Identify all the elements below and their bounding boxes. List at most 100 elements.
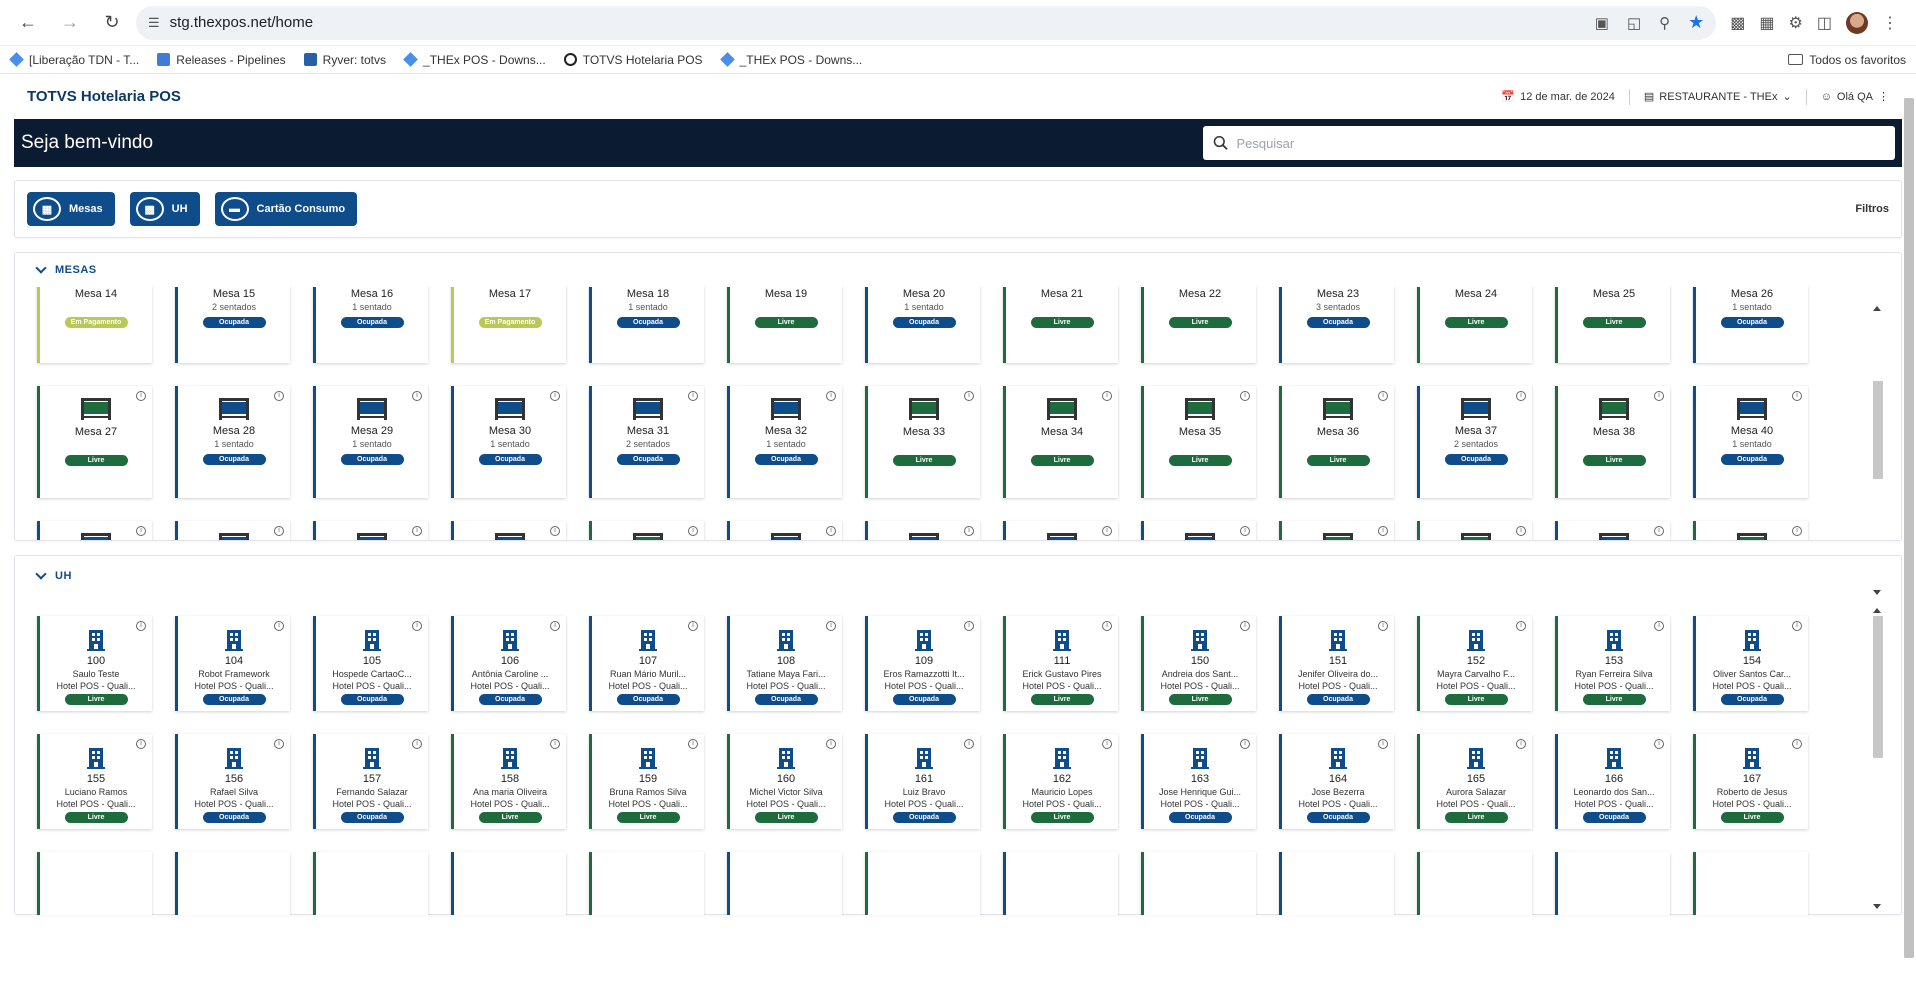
info-icon[interactable]: i	[826, 526, 836, 536]
install-icon[interactable]: ▣	[1595, 14, 1609, 32]
info-icon[interactable]: i	[1240, 526, 1250, 536]
uh-card[interactable]	[1555, 852, 1670, 915]
back-icon[interactable]: ←	[10, 5, 46, 41]
mesa-card[interactable]: Mesa 19 Livre	[727, 287, 842, 363]
info-icon[interactable]: i	[1102, 621, 1112, 631]
mesa-card[interactable]: i Mesa 37 2 sentados Ocupada	[1417, 386, 1532, 498]
mesa-card[interactable]: Mesa 20 1 sentado Ocupada	[865, 287, 980, 363]
mesa-card[interactable]: i Mesa 31 2 sentados Ocupada	[589, 386, 704, 498]
scroll-up-icon[interactable]	[1873, 608, 1881, 613]
mesa-card[interactable]: iMesa 300	[451, 521, 566, 540]
mesa-card[interactable]: i Mesa 40 1 sentado Ocupada	[1693, 386, 1808, 498]
uh-card[interactable]: i 165 Aurora Salazar Hotel POS - Quali... Li…	[1417, 734, 1532, 829]
info-icon[interactable]: i	[1792, 621, 1802, 631]
mesa-card[interactable]: Mesa 21 Livre	[1003, 287, 1118, 363]
info-icon[interactable]: i	[964, 391, 974, 401]
uh-card[interactable]	[1279, 852, 1394, 915]
mesa-card[interactable]: Mesa 17 Em Pagamento	[451, 287, 566, 363]
mesa-card[interactable]: iMesa 1000	[589, 521, 704, 540]
cartao-consumo-button[interactable]: ▬ Cartão Consumo	[214, 192, 358, 226]
mesa-card[interactable]: Mesa 26 1 sentado Ocupada	[1693, 287, 1808, 363]
translate-icon[interactable]: ◱	[1627, 14, 1641, 32]
mesa-card[interactable]: iMesa 3000	[727, 521, 842, 540]
info-icon[interactable]: i	[688, 739, 698, 749]
mesa-card[interactable]: Mesa 18 1 sentado Ocupada	[589, 287, 704, 363]
uh-card[interactable]: i 162 Mauricio Lopes Hotel POS - Quali... Li…	[1003, 734, 1118, 829]
uh-card[interactable]: i 150 Andreia dos Sant... Hotel POS - Quali…	[1141, 616, 1256, 711]
uh-card[interactable]: i 161 Luiz Bravo Hotel POS - Quali... Ocupad…	[865, 734, 980, 829]
info-icon[interactable]: i	[274, 621, 284, 631]
info-icon[interactable]: i	[1516, 739, 1526, 749]
mesa-card[interactable]: iMesa 3006	[1555, 521, 1670, 540]
info-icon[interactable]: i	[1378, 739, 1388, 749]
forward-icon[interactable]: →	[52, 5, 88, 41]
bookmark-item[interactable]: Releases - Pipelines	[157, 53, 286, 67]
info-icon[interactable]: i	[688, 526, 698, 536]
uh-card[interactable]: i 153 Ryan Ferreira Silva Hotel POS - Quali…	[1555, 616, 1670, 711]
uh-card[interactable]: i 111 Erick Gustavo Pires Hotel POS - Quali…	[1003, 616, 1118, 711]
info-icon[interactable]: i	[1240, 739, 1250, 749]
uh-card[interactable]: i 106 Antônia Caroline ... Hotel POS - Qual…	[451, 616, 566, 711]
mesa-card[interactable]: i Mesa 30 1 sentado Ocupada	[451, 386, 566, 498]
site-info-icon[interactable]: ☰	[148, 15, 160, 31]
info-icon[interactable]: i	[964, 739, 974, 749]
mesas-button[interactable]: ▦ Mesas	[27, 192, 115, 226]
mesas-scrollbar[interactable]	[1873, 313, 1883, 583]
sidepanel-icon[interactable]: ◫	[1817, 13, 1832, 33]
scroll-up-icon[interactable]	[1873, 306, 1881, 311]
mesa-card[interactable]: iMesa 100	[313, 521, 428, 540]
user-menu[interactable]: ☺ Olá QA ⋮	[1821, 90, 1889, 104]
mesa-card[interactable]: Mesa 25 Livre	[1555, 287, 1670, 363]
info-icon[interactable]: i	[136, 739, 146, 749]
profile-avatar[interactable]	[1846, 11, 1868, 34]
info-icon[interactable]: i	[826, 391, 836, 401]
info-icon[interactable]: i	[1102, 526, 1112, 536]
info-icon[interactable]: i	[826, 739, 836, 749]
bookmark-star-icon[interactable]: ★	[1688, 12, 1704, 33]
mesa-card[interactable]: i Mesa 35 Livre	[1141, 386, 1256, 498]
uh-card[interactable]: i 108 Tatiane Maya Fari... Hotel POS - Qual…	[727, 616, 842, 711]
mesa-card[interactable]: i Mesa 33 Livre	[865, 386, 980, 498]
filters-button[interactable]: Filtros	[1855, 203, 1889, 215]
mesa-card[interactable]: i Mesa 29 1 sentado Ocupada	[313, 386, 428, 498]
mesa-card[interactable]: i Mesa 38 Livre	[1555, 386, 1670, 498]
info-icon[interactable]: i	[1516, 391, 1526, 401]
mesas-section-header[interactable]: MESAS	[15, 253, 1901, 287]
mesa-card[interactable]: iMesa 3007	[1693, 521, 1808, 540]
uh-scrollbar[interactable]	[1873, 616, 1883, 900]
uh-card[interactable]: i 156 Rafael Silva Hotel POS - Quali... Ocup…	[175, 734, 290, 829]
info-icon[interactable]: i	[1102, 739, 1112, 749]
search-box[interactable]	[1203, 126, 1895, 160]
info-icon[interactable]: i	[550, 526, 560, 536]
mesa-card[interactable]: i Mesa 32 1 sentado Ocupada	[727, 386, 842, 498]
mesa-card[interactable]: iMesa 42	[175, 521, 290, 540]
all-favorites[interactable]: Todos os favoritos	[1788, 53, 1906, 67]
info-icon[interactable]: i	[412, 391, 422, 401]
mesa-card[interactable]: iMesa 3005	[1417, 521, 1532, 540]
uh-card[interactable]: i 109 Eros Ramazzotti It... Hotel POS - Qua…	[865, 616, 980, 711]
uh-card[interactable]: i 151 Jenifer Oliveira do... Hotel POS - Qu…	[1279, 616, 1394, 711]
info-icon[interactable]: i	[1792, 391, 1802, 401]
info-icon[interactable]: i	[1654, 526, 1664, 536]
uh-card[interactable]	[1417, 852, 1532, 915]
mesa-card[interactable]: i Mesa 34 Livre	[1003, 386, 1118, 498]
uh-card[interactable]: i 104 Robot Framework Hotel POS - Quali... O…	[175, 616, 290, 711]
date-display[interactable]: 📅 12 de mar. de 2024	[1501, 90, 1615, 104]
uh-card[interactable]: i 164 Jose Bezerra Hotel POS - Quali... Ocup…	[1279, 734, 1394, 829]
mesa-card[interactable]: iMesa 3001	[865, 521, 980, 540]
uh-card[interactable]: i 107 Ruan Mário Muril... Hotel POS - Quali…	[589, 616, 704, 711]
uh-card[interactable]	[1003, 852, 1118, 915]
info-icon[interactable]: i	[1792, 526, 1802, 536]
mesa-card[interactable]: iMesa 3004	[1279, 521, 1394, 540]
uh-scroll-thumb[interactable]	[1873, 616, 1883, 758]
info-icon[interactable]: i	[136, 621, 146, 631]
address-bar[interactable]: ☰ stg.thexpos.net/home ▣ ◱ ⚲ ★	[136, 5, 1717, 40]
uh-card[interactable]: i 160 Michel Victor Silva Hotel POS - Quali…	[727, 734, 842, 829]
menu-dots-icon[interactable]: ⋮	[1882, 13, 1898, 33]
info-icon[interactable]: i	[1240, 621, 1250, 631]
mesa-card[interactable]: Mesa 22 Livre	[1141, 287, 1256, 363]
info-icon[interactable]: i	[274, 739, 284, 749]
uh-card[interactable]: i 158 Ana maria Oliveira Hotel POS - Quali.…	[451, 734, 566, 829]
uh-card[interactable]: i 155 Luciano Ramos Hotel POS - Quali... Liv…	[37, 734, 152, 829]
info-icon[interactable]: i	[1378, 621, 1388, 631]
